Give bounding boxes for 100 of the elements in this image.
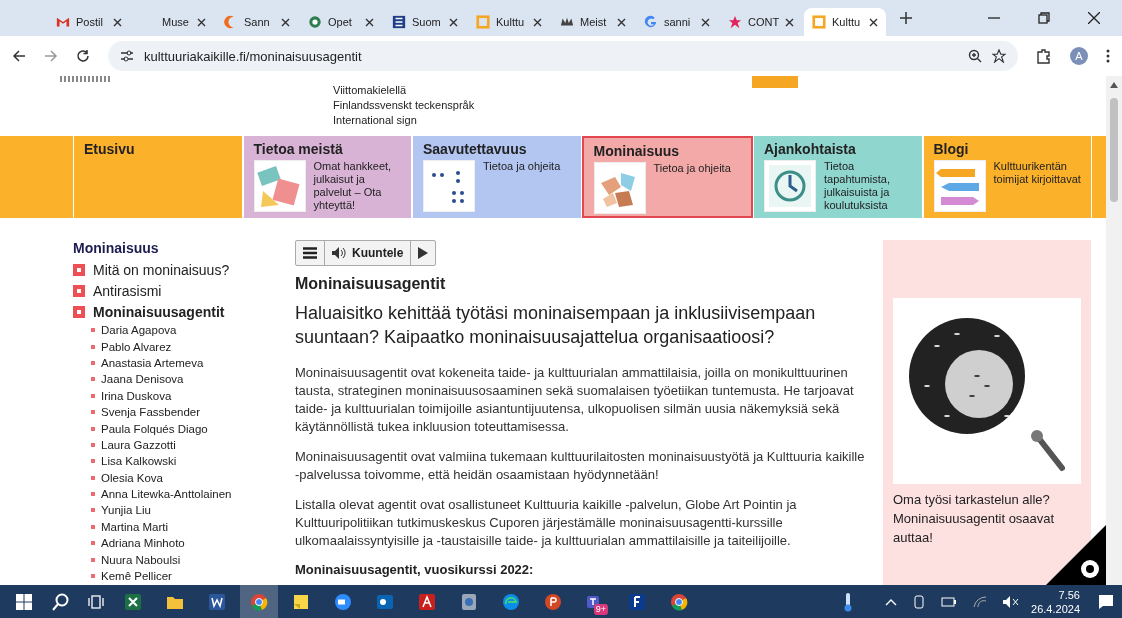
nav-illustration-icon (933, 160, 986, 212)
browser-tab[interactable]: sanni (636, 8, 718, 36)
site-icon (392, 15, 406, 29)
chevron-up-icon[interactable] (885, 597, 898, 606)
tray-app-icon[interactable] (913, 594, 926, 609)
close-icon[interactable] (1088, 12, 1100, 24)
browser-tab[interactable]: Opet (300, 8, 382, 36)
speaker-icon (332, 247, 347, 259)
notification-badge: 9+ (593, 604, 608, 615)
sidebar-subitem[interactable]: Anna Litewka-Anttolainen (101, 488, 232, 501)
sidebar-subitem[interactable]: Adriana Minhoto (101, 537, 185, 550)
nav-tab[interactable]: Ajankohtaista Tietoa tapahtumista, julkaisuista ja koulutuksista (753, 136, 923, 218)
wifi-icon[interactable] (973, 595, 988, 608)
close-icon[interactable] (449, 17, 458, 27)
app-icon (207, 591, 227, 612)
close-icon[interactable] (869, 17, 878, 27)
body-paragraph: Moninaisuusagentit ovat valmiina tukemaan kulttuurilaitosten moninaisuustyötä ja Kulttuuria kaikille -palvelussa toivomme, että heidän osaamistaan hyödynnetään! (295, 448, 865, 484)
sign-language-link[interactable]: Finlandssvenskt teckenspråk (333, 98, 1106, 113)
clock-date[interactable]: 26.4.2024 (1031, 601, 1080, 616)
nav-illustration-icon (593, 162, 646, 214)
extensions-icon[interactable] (1036, 48, 1052, 64)
settings-corner-icon[interactable] (1046, 525, 1106, 585)
restore-icon[interactable] (1038, 12, 1050, 24)
search-icon[interactable] (52, 592, 70, 611)
close-icon[interactable] (197, 17, 206, 27)
nav-illustration-icon (423, 160, 475, 212)
sidebar-subitem[interactable]: Paula Folqués Diago (101, 422, 208, 435)
close-icon[interactable] (281, 17, 290, 27)
sidebar-subitem[interactable]: Anastasia Artemeva (101, 356, 204, 369)
app-icon (333, 591, 353, 612)
sign-language-link[interactable]: International sign (333, 113, 1106, 128)
close-icon[interactable] (365, 17, 374, 27)
forward-icon[interactable] (44, 49, 58, 63)
nav-tab[interactable]: Etusivu (73, 136, 243, 218)
taskbar-app[interactable]: 9+ (576, 585, 614, 618)
site-icon (644, 15, 658, 29)
close-icon[interactable] (113, 17, 122, 27)
notifications-icon[interactable] (1098, 593, 1114, 610)
sidebar-subitem[interactable]: Jaana Denisova (101, 373, 184, 386)
logo-fragment (60, 76, 112, 82)
sidebar-subitem[interactable]: Martina Marti (101, 520, 169, 533)
close-icon[interactable] (533, 17, 542, 27)
play-icon (418, 247, 429, 259)
close-icon[interactable] (701, 17, 710, 27)
browser-tab[interactable]: Muse (132, 8, 214, 36)
browser-tab[interactable]: Meist (552, 8, 634, 36)
site-icon (476, 15, 490, 29)
listen-button[interactable]: Kuuntele (325, 241, 412, 265)
site-settings-icon[interactable] (120, 50, 134, 62)
sidebar-subitem[interactable]: Olesia Kova (101, 471, 163, 484)
browser-tab[interactable]: Kulttu (468, 8, 550, 36)
browser-tab[interactable]: Kulttu (804, 8, 886, 36)
battery-icon[interactable] (941, 596, 958, 607)
sign-language-link[interactable]: Viittomakielellä (333, 83, 1106, 98)
card-caption: Oma työsi tarkastelun alle? Moninaisuusagentit osaavat auttaa! (893, 491, 1056, 547)
app-icon (501, 591, 521, 612)
more-icon[interactable] (1106, 49, 1110, 63)
nav-tab[interactable]: Saavutettavuus Tietoa ja ohjeita (412, 136, 582, 218)
site-icon (308, 15, 322, 29)
close-icon[interactable] (785, 17, 795, 27)
bookmark-star-icon[interactable] (992, 49, 1006, 63)
body-paragraph: Listalla olevat agentit ovat osallistuneet Kulttuuria kaikille -palvelun, Globe Art Pointin ja Kulttuuripolitiikan tutkimuskeskus Cuporen järjestämälle moninaisuusagentti-kurssille ulkomaalaissyntyisille ja -taustaisille taide- ja kulttuurialan ammattilaisille ja taiteilijoille. (295, 496, 798, 550)
nav-tab[interactable]: Blogi Kulttuurikentän toimijat kirjoittavat (922, 136, 1092, 218)
app-icon (249, 591, 269, 612)
page-title: Moninaisuusagentit (295, 275, 447, 293)
address-bar[interactable]: kulttuuriakaikille.fi/moninaisuusagentit (108, 41, 1018, 71)
back-icon[interactable] (12, 49, 26, 63)
app-icon (417, 591, 437, 612)
clock-time[interactable]: 7.56 (1058, 587, 1080, 602)
section-heading: Moninaisuusagentit, vuosikurssi 2022: (295, 562, 535, 577)
sidebar-subitem[interactable]: Svenja Fassbender (101, 406, 201, 419)
close-icon[interactable] (617, 17, 626, 27)
browser-tab[interactable]: CONT (720, 8, 802, 36)
sidebar-subitem[interactable]: Yunjia Liu (101, 504, 151, 517)
sidebar-item[interactable]: Antirasismi (93, 282, 162, 299)
task-view-icon[interactable] (88, 593, 104, 610)
sidebar-subitem[interactable]: Laura Gazzotti (101, 438, 176, 451)
nav-tab[interactable]: Moninaisuus Tietoa ja ohjeita (581, 136, 753, 218)
sidebar-subitem[interactable]: Irina Duskova (101, 389, 172, 402)
menu-icon (303, 247, 317, 259)
browser-tab[interactable]: Sann (216, 8, 298, 36)
sidebar-subitem[interactable]: Kemê Pellicer (101, 570, 172, 583)
zoom-icon[interactable] (968, 49, 982, 63)
windows-start-icon[interactable] (16, 593, 32, 610)
sidebar-subitem[interactable]: Nuura Naboulsi (101, 553, 181, 566)
scroll-up-icon[interactable] (1110, 82, 1118, 88)
new-tab-icon[interactable] (900, 12, 912, 24)
browser-tab[interactable]: Suom (384, 8, 466, 36)
sidebar-subitem[interactable]: Pablo Alvarez (101, 340, 172, 353)
sidebar-heading: Moninaisuus (73, 240, 160, 256)
nav-tab[interactable]: Tietoa meistä Omat hankkeet, julkaisut ja palvelut – Ota yhteyttä! (242, 136, 412, 218)
sidebar-item[interactable]: Mitä on moninaisuus? (93, 261, 230, 278)
sidebar-subitem[interactable]: Lisa Kalkowski (101, 455, 177, 468)
volume-muted-icon[interactable] (1003, 595, 1020, 608)
app-icon (123, 591, 143, 612)
reload-icon[interactable] (76, 49, 90, 63)
sidebar-subitem[interactable]: Daria Agapova (101, 324, 177, 337)
scrollbar-thumb[interactable] (1110, 98, 1118, 202)
browser-tab[interactable]: Postil (48, 8, 130, 36)
sidebar-item[interactable]: Moninaisuusagentit (93, 303, 225, 320)
